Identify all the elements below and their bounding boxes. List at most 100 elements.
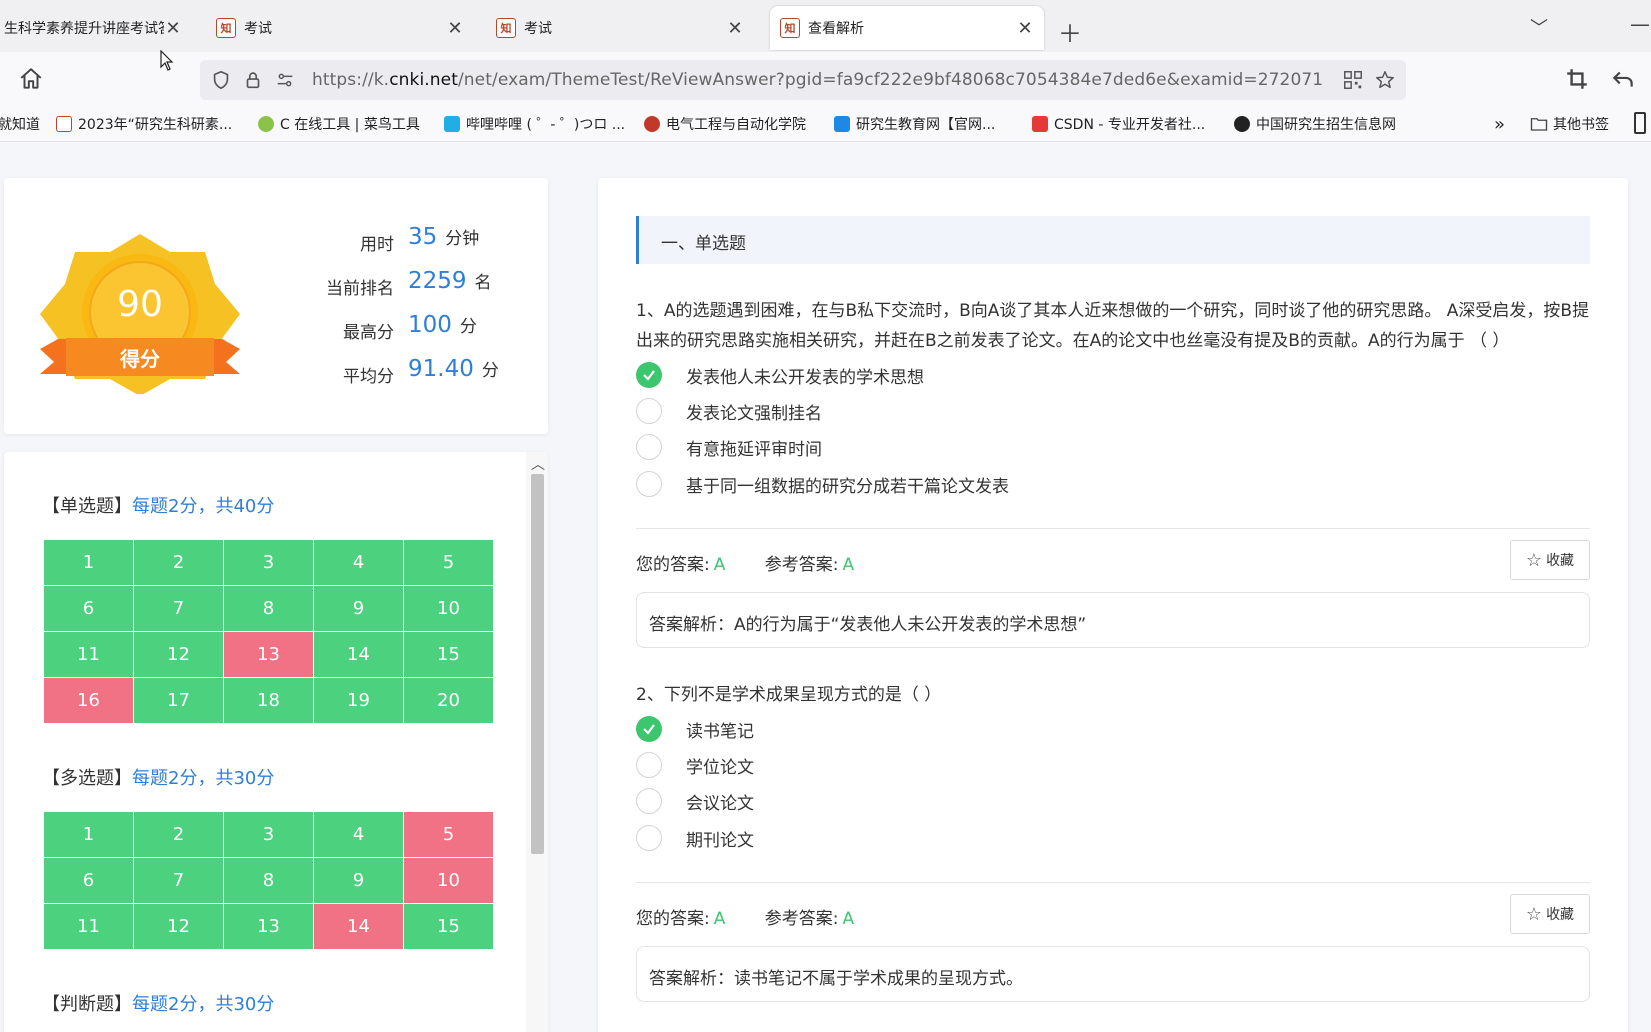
bookmark-item[interactable]: 研究生教育网【官网... (834, 114, 995, 134)
bookmark-item[interactable]: CSDN - 专业开发者社... (1032, 114, 1205, 134)
question-number-cell[interactable]: 20 (404, 678, 493, 723)
favorite-label: 收藏 (1546, 907, 1575, 923)
chevron-down-icon[interactable]: ﹀ (1530, 14, 1548, 40)
scrollbar-thumb[interactable] (531, 474, 544, 854)
question-number-cell[interactable]: 13 (224, 632, 313, 677)
new-tab-icon[interactable]: ＋ (1058, 14, 1082, 49)
mobile-icon[interactable] (1634, 112, 1646, 134)
question-number-cell[interactable]: 15 (404, 904, 493, 949)
folder-icon (1530, 118, 1548, 131)
multi-choice-heading: 【多选题】每题2分，共30分 (42, 764, 274, 790)
question-number-cell[interactable]: 19 (314, 678, 403, 723)
question-number-cell[interactable]: 11 (44, 632, 133, 677)
option-d[interactable]: 基于同一组数据的研究分成若干篇论文发表 (636, 469, 1009, 499)
tab-review[interactable]: 知 查看解析 ✕ (770, 6, 1044, 50)
favorite-button[interactable]: ☆ 收藏 (1510, 540, 1590, 580)
bookmark-item[interactable]: C 在线工具 | 菜鸟工具 (258, 114, 420, 134)
question-number-cell[interactable]: 6 (44, 586, 133, 631)
question-number-cell[interactable]: 7 (134, 586, 223, 631)
question-number-cell[interactable]: 1 (44, 812, 133, 857)
shield-icon[interactable] (210, 69, 232, 91)
bookmark-label: 2023年“研究生科研素... (78, 117, 233, 133)
scrollbar[interactable]: ︿ (526, 452, 548, 1032)
option-a[interactable]: 发表他人未公开发表的学术思想 (636, 360, 924, 390)
question-number-cell[interactable]: 12 (134, 904, 223, 949)
question-number-cell[interactable]: 12 (134, 632, 223, 677)
question-number-cell[interactable]: 7 (134, 858, 223, 903)
check-icon[interactable] (636, 362, 662, 388)
minimize-icon[interactable]: — (1630, 12, 1650, 36)
question-number-cell[interactable]: 3 (224, 540, 313, 585)
single-choice-heading: 【单选题】每题2分，共40分 (42, 492, 274, 518)
question-number-cell[interactable]: 4 (314, 812, 403, 857)
bookmark-item[interactable]: 电气工程与自动化学院 (644, 114, 806, 134)
question-number-cell[interactable]: 3 (224, 812, 313, 857)
question-number-cell[interactable]: 14 (314, 904, 403, 949)
question-number-cell[interactable]: 15 (404, 632, 493, 677)
question-number-cell[interactable]: 18 (224, 678, 313, 723)
question-number-cell[interactable]: 2 (134, 540, 223, 585)
star-icon[interactable] (1374, 69, 1396, 91)
question-number-cell[interactable]: 9 (314, 858, 403, 903)
question-number-cell[interactable]: 16 (44, 678, 133, 723)
lock-icon[interactable] (242, 69, 264, 91)
radio-icon[interactable] (636, 434, 662, 460)
option-c[interactable]: 会议论文 (636, 786, 754, 816)
question-number-cell[interactable]: 11 (44, 904, 133, 949)
crop-icon[interactable] (1564, 66, 1590, 92)
questions-card: 一、单选题 1、A的选题遇到困难，在与B私下交流时，B向A谈了其本人近来想做的一… (598, 178, 1628, 1032)
radio-icon[interactable] (636, 788, 662, 814)
close-icon[interactable]: ✕ (1016, 18, 1034, 39)
bookmark-item[interactable]: 中国研究生招生信息网 (1234, 114, 1396, 134)
bookmark-item[interactable]: 2023年“研究生科研素... (56, 114, 232, 134)
bookmark-item[interactable]: 就知道 (0, 114, 40, 134)
home-icon[interactable] (18, 66, 44, 92)
radio-icon[interactable] (636, 471, 662, 497)
address-bar[interactable]: https://k.cnki.net/net/exam/ThemeTest/Re… (200, 60, 1406, 100)
stat-unit: 分 (459, 317, 477, 337)
radio-icon[interactable] (636, 752, 662, 778)
your-answer-label: 您的答案: (636, 555, 710, 575)
option-d[interactable]: 期刊论文 (636, 823, 754, 853)
question-number-cell[interactable]: 17 (134, 678, 223, 723)
question-number-cell[interactable]: 5 (404, 540, 493, 585)
question-number-cell[interactable]: 14 (314, 632, 403, 677)
question-number-cell[interactable]: 10 (404, 858, 493, 903)
question-number-cell[interactable]: 6 (44, 858, 133, 903)
tab-exam-1[interactable]: 知 考试 ✕ (206, 6, 474, 50)
check-icon[interactable] (636, 716, 662, 742)
radio-icon[interactable] (636, 398, 662, 424)
stat-value: 35 (408, 224, 438, 250)
close-icon[interactable]: ✕ (446, 18, 464, 39)
stat-label: 当前排名 (326, 279, 394, 299)
question-number-cell[interactable]: 1 (44, 540, 133, 585)
bookmark-item[interactable]: 哔哩哔哩 ( ゜- ゜)つロ ... (444, 114, 625, 134)
option-c[interactable]: 有意拖延评审时间 (636, 432, 822, 462)
option-b[interactable]: 学位论文 (636, 750, 754, 780)
option-a[interactable]: 读书笔记 (636, 714, 754, 744)
question-number-cell[interactable]: 8 (224, 858, 313, 903)
chevron-up-icon[interactable]: ︿ (531, 454, 545, 474)
question-number-cell[interactable]: 13 (224, 904, 313, 949)
undo-icon[interactable] (1610, 66, 1636, 92)
question-number-cell[interactable]: 5 (404, 812, 493, 857)
question-number-cell[interactable]: 10 (404, 586, 493, 631)
option-b[interactable]: 发表论文强制挂名 (636, 396, 822, 426)
close-icon[interactable]: ✕ (164, 18, 182, 39)
url-text[interactable]: https://k.cnki.net/net/exam/ThemeTest/Re… (312, 70, 1323, 90)
favorite-button[interactable]: ☆ 收藏 (1510, 894, 1590, 934)
tab-exam-answers[interactable]: 生科学素养提升讲座考试答 ✕ (0, 6, 192, 50)
qr-code-icon[interactable] (1342, 69, 1364, 91)
question-number-cell[interactable]: 4 (314, 540, 403, 585)
close-icon[interactable]: ✕ (726, 18, 744, 39)
radio-icon[interactable] (636, 825, 662, 851)
question-number-cell[interactable]: 8 (224, 586, 313, 631)
question-number-cell[interactable]: 2 (134, 812, 223, 857)
site-settings-icon[interactable] (274, 69, 296, 91)
question-number-cell[interactable]: 9 (314, 586, 403, 631)
chevron-double-right-icon[interactable]: » (1494, 114, 1505, 135)
stat-rank: 当前排名 2259 名 (284, 268, 544, 302)
option-label: 期刊论文 (686, 830, 754, 851)
tab-exam-2[interactable]: 知 考试 ✕ (486, 6, 754, 50)
other-bookmarks[interactable]: 其他书签 (1530, 114, 1609, 134)
